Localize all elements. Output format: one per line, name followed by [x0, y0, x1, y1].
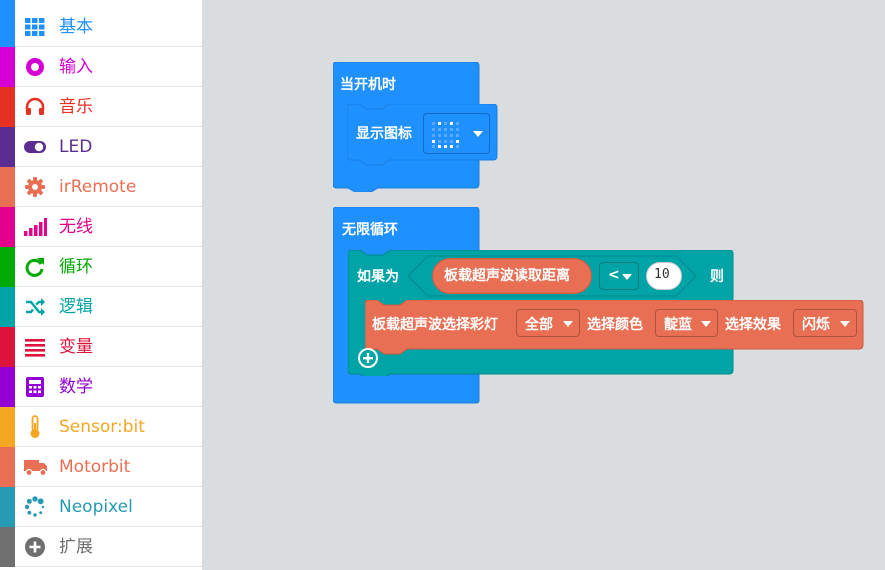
then-label: 则	[710, 269, 724, 285]
on-start-label: 当开机时	[340, 77, 396, 93]
chevron-down-icon	[840, 321, 850, 327]
category-color-bar	[0, 447, 15, 487]
led-select-dropdown[interactable]: 全部	[516, 309, 580, 337]
sidebar-item-label: 基本	[59, 17, 93, 37]
category-color-bar	[0, 367, 15, 407]
color-select-value: 靛蓝	[664, 317, 692, 333]
color-label: 选择颜色	[587, 317, 643, 333]
effect-label: 选择效果	[725, 317, 781, 333]
rgb-block-label: 板载超声波选择彩灯	[372, 317, 498, 333]
effect-select-value: 闪烁	[802, 317, 830, 333]
block-workspace[interactable]: 当开机时 显示图标 无限循环 如果为 则 板载超声波读取距离 < 10 板载超声…	[203, 0, 885, 570]
grid-icon	[23, 16, 47, 38]
signal-bars-icon	[23, 216, 47, 238]
category-color-bar	[0, 127, 15, 167]
refresh-icon	[23, 256, 47, 278]
sidebar-item-label: 逻辑	[59, 297, 93, 317]
gear-icon	[23, 176, 47, 198]
sidebar-item-label: Motorbit	[59, 457, 131, 477]
sidebar-item-label: Neopixel	[59, 497, 133, 517]
category-color-bar	[0, 327, 15, 367]
radio-circle-icon	[23, 56, 47, 78]
sidebar-item-label: 输入	[59, 57, 93, 77]
sidebar-item-label: 变量	[59, 337, 93, 357]
headphones-icon	[23, 96, 47, 118]
sidebar-item-label: 数学	[59, 377, 93, 397]
chevron-down-icon	[622, 274, 632, 280]
toolbox-sidebar: 基本输入音乐 LED irRemote 无线循环逻辑变量数学 Sensor:bit Mot…	[0, 0, 203, 570]
sidebar-item[interactable]: 输入	[0, 47, 202, 87]
calculator-icon	[23, 376, 47, 398]
compare-value-input[interactable]: 10	[646, 262, 682, 290]
category-color-bar	[0, 47, 15, 87]
smiley-led-icon	[432, 122, 459, 148]
effect-select-dropdown[interactable]: 闪烁	[793, 309, 857, 337]
toggle-icon	[23, 136, 47, 158]
sidebar-item[interactable]: Neopixel	[0, 487, 202, 527]
distance-reporter-block[interactable]: 板载超声波读取距离	[432, 258, 592, 294]
chevron-down-icon	[701, 321, 711, 327]
category-color-bar	[0, 247, 15, 287]
sidebar-item[interactable]: Sensor:bit	[0, 407, 202, 447]
thermometer-icon	[23, 415, 47, 438]
sidebar-item[interactable]: 无线	[0, 207, 202, 247]
dotted-circle-icon	[23, 496, 47, 518]
sidebar-item[interactable]: irRemote	[0, 167, 202, 207]
sidebar-item-label: 循环	[59, 257, 93, 277]
forever-label: 无限循环	[342, 222, 398, 238]
truck-icon	[23, 456, 47, 478]
add-branch-button[interactable]	[357, 347, 379, 369]
sidebar-item[interactable]: Motorbit	[0, 447, 202, 487]
category-color-bar	[0, 0, 15, 47]
category-color-bar	[0, 407, 15, 447]
sidebar-item[interactable]: 数学	[0, 367, 202, 407]
color-select-dropdown[interactable]: 靛蓝	[655, 309, 718, 337]
plus-circle-icon	[23, 536, 47, 558]
category-color-bar	[0, 527, 15, 567]
category-color-bar	[0, 287, 15, 327]
sidebar-item[interactable]: 循环	[0, 247, 202, 287]
if-label: 如果为	[357, 269, 399, 285]
sidebar-item-label: LED	[59, 137, 93, 157]
chevron-down-icon	[563, 321, 573, 327]
sidebar-item[interactable]: 基本	[0, 0, 202, 47]
sidebar-item[interactable]: 扩展	[0, 527, 202, 567]
category-color-bar	[0, 87, 15, 127]
operator-value: <	[608, 267, 620, 283]
sidebar-item[interactable]: LED	[0, 127, 202, 167]
show-icon-label: 显示图标	[356, 126, 412, 142]
list-lines-icon	[23, 336, 47, 358]
chevron-down-icon	[473, 131, 483, 137]
sidebar-item-label: 音乐	[59, 97, 93, 117]
sidebar-item-label: 扩展	[59, 537, 93, 557]
sidebar-item-label: Sensor:bit	[59, 417, 145, 437]
category-color-bar	[0, 207, 15, 247]
sidebar-item[interactable]: 音乐	[0, 87, 202, 127]
compare-value-text: 10	[654, 267, 670, 282]
sidebar-item[interactable]: 逻辑	[0, 287, 202, 327]
category-color-bar	[0, 167, 15, 207]
category-color-bar	[0, 487, 15, 527]
icon-picker-dropdown[interactable]	[423, 113, 490, 154]
led-select-value: 全部	[525, 317, 553, 333]
sidebar-item-label: irRemote	[59, 177, 137, 197]
operator-dropdown[interactable]: <	[599, 262, 639, 290]
shuffle-icon	[23, 296, 47, 318]
distance-reporter-label: 板载超声波读取距离	[444, 268, 570, 284]
sidebar-item-label: 无线	[59, 217, 93, 237]
sidebar-item[interactable]: 变量	[0, 327, 202, 367]
